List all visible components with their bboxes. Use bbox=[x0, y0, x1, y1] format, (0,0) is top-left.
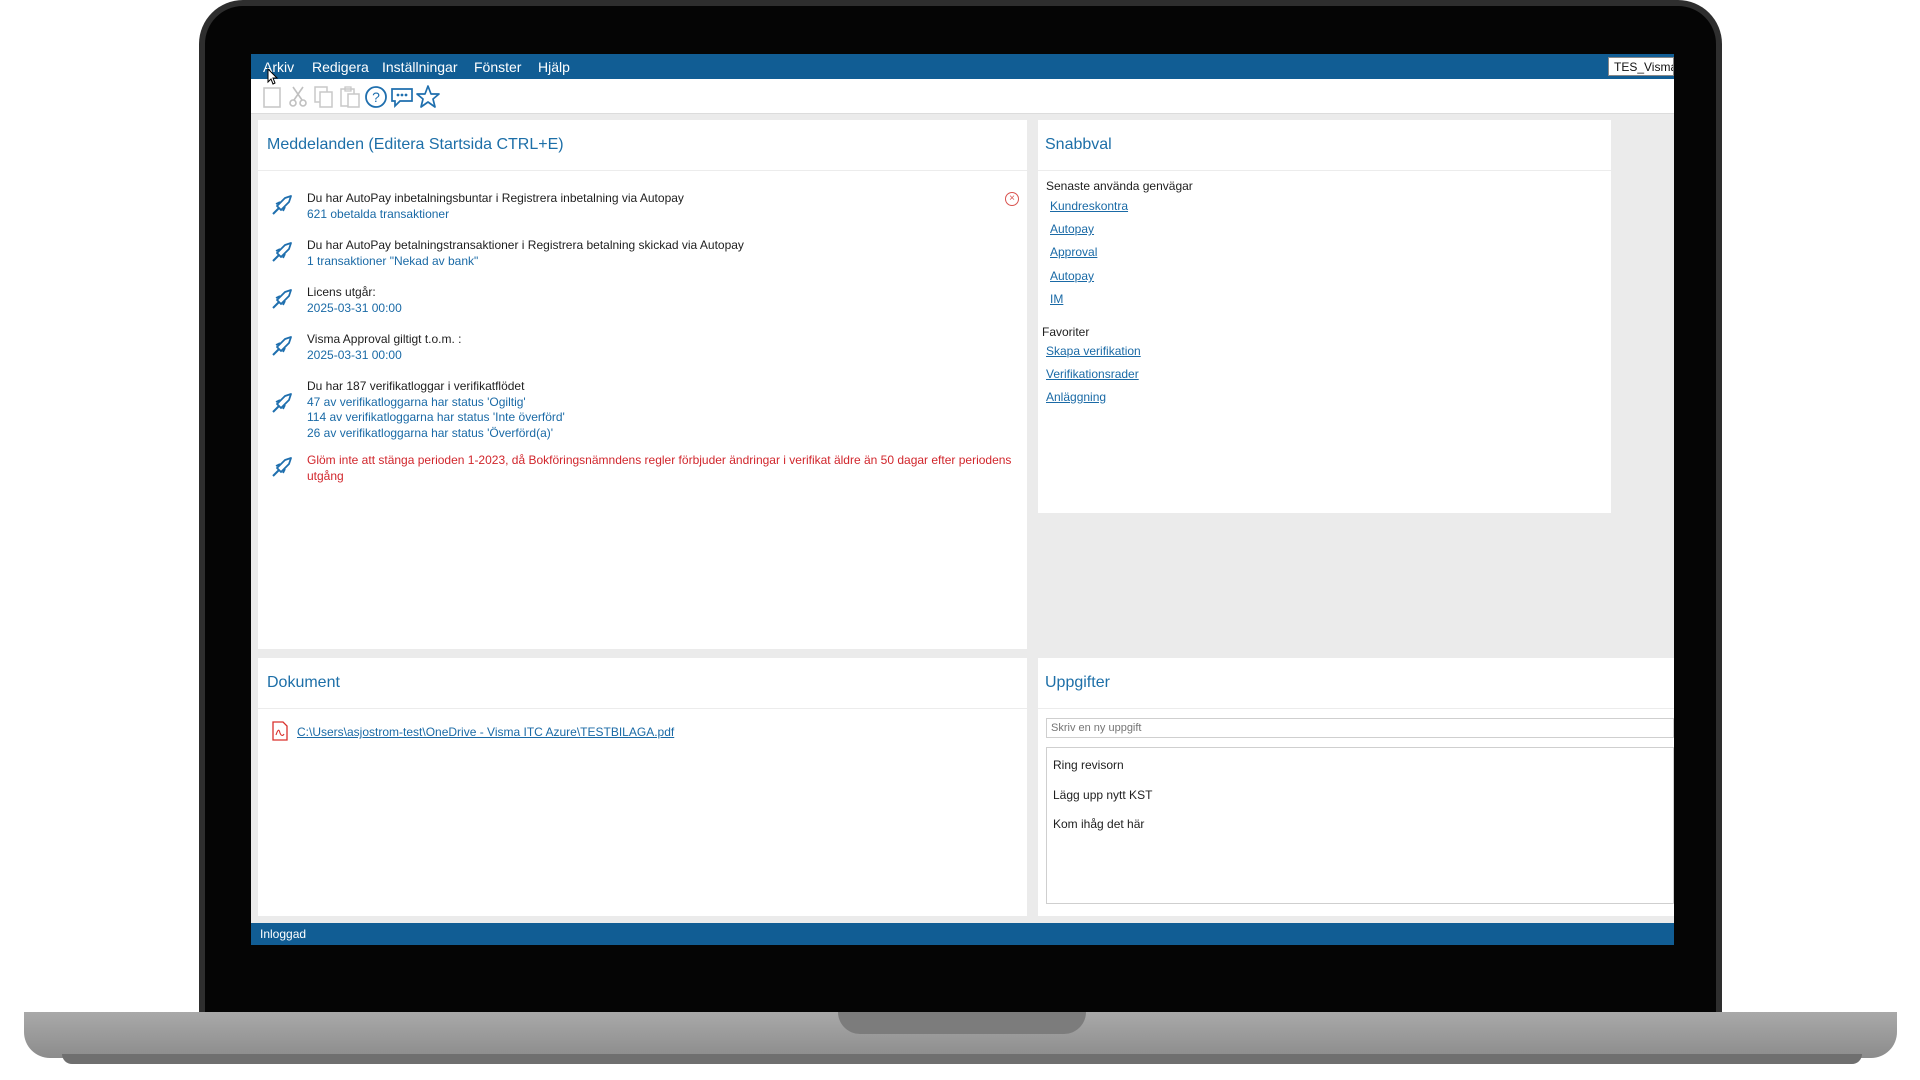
message-heading: Du har 187 verifikatloggar i verifikatfl… bbox=[307, 379, 525, 393]
quick-select-title: Snabbval bbox=[1045, 136, 1112, 153]
laptop-notch bbox=[838, 1012, 1086, 1034]
company-selector[interactable]: TES_Visma bbox=[1608, 57, 1674, 76]
document-link[interactable]: C:\Users\asjostrom-test\OneDrive - Visma… bbox=[297, 725, 674, 739]
messages-panel: Meddelanden (Editera Startsida CTRL+E) ×… bbox=[258, 120, 1027, 649]
status-text: Inloggad bbox=[260, 927, 307, 941]
message-detail[interactable]: 2025-03-31 00:00 bbox=[307, 348, 1027, 364]
menu-redigera[interactable]: Redigera bbox=[312, 59, 369, 75]
pdf-file-icon bbox=[272, 721, 288, 741]
menu-bar: Arkiv Redigera Inställningar Fönster Hjä… bbox=[251, 54, 1674, 79]
message-detail[interactable]: 47 av verifikatloggarna har status 'Ogil… bbox=[307, 395, 1027, 411]
message-text: Visma Approval giltigt t.o.m. : 2025-03-3… bbox=[307, 332, 1027, 363]
rocket-icon bbox=[270, 391, 294, 415]
paste-icon[interactable] bbox=[337, 84, 363, 110]
message-detail[interactable]: 114 av verifikatloggarna har status 'Int… bbox=[307, 410, 1027, 426]
copy-icon[interactable] bbox=[311, 84, 337, 110]
task-item[interactable]: Kom ihåg det här bbox=[1053, 817, 1144, 831]
recent-shortcut-link[interactable]: Autopay bbox=[1050, 222, 1094, 236]
favorite-link[interactable]: Verifikationsrader bbox=[1046, 367, 1139, 381]
message-heading: Du har AutoPay inbetalningsbuntar i Regi… bbox=[307, 191, 684, 205]
task-item[interactable]: Ring revisorn bbox=[1053, 758, 1124, 772]
message-text: Du har AutoPay inbetalningsbuntar i Regi… bbox=[307, 191, 1027, 222]
divider bbox=[1038, 708, 1674, 709]
new-document-icon[interactable] bbox=[259, 84, 285, 110]
documents-title: Dokument bbox=[267, 674, 340, 691]
rocket-icon bbox=[270, 287, 294, 311]
message-text: Du har 187 verifikatloggar i verifikatfl… bbox=[307, 379, 1027, 441]
toolbar: ? bbox=[251, 79, 1674, 114]
menu-installningar[interactable]: Inställningar bbox=[382, 59, 458, 75]
message-detail: Glöm inte att stänga perioden 1-2023, då… bbox=[307, 453, 1012, 483]
recent-shortcut-link[interactable]: Kundreskontra bbox=[1050, 199, 1128, 213]
message-detail[interactable]: 2025-03-31 00:00 bbox=[307, 301, 1027, 317]
tasks-panel: Uppgifter Ring revisorn Lägg upp nytt KS… bbox=[1038, 658, 1674, 916]
favorites-label: Favoriter bbox=[1042, 325, 1090, 339]
message-text: Licens utgår: 2025-03-31 00:00 bbox=[307, 285, 1027, 316]
task-item[interactable]: Lägg upp nytt KST bbox=[1053, 788, 1152, 802]
recent-shortcut-link[interactable]: IM bbox=[1050, 292, 1063, 306]
message-detail[interactable]: 26 av verifikatloggarna har status 'Över… bbox=[307, 426, 1027, 442]
divider bbox=[1038, 170, 1611, 171]
app-window: Arkiv Redigera Inställningar Fönster Hjä… bbox=[251, 54, 1674, 945]
favorite-link[interactable]: Anläggning bbox=[1046, 390, 1106, 404]
message-heading: Du har AutoPay betalningstransaktioner i… bbox=[307, 238, 744, 252]
message-heading: Visma Approval giltigt t.o.m. : bbox=[307, 332, 462, 346]
divider bbox=[258, 170, 1027, 171]
recent-shortcut-link[interactable]: Autopay bbox=[1050, 269, 1094, 283]
menu-fonster[interactable]: Fönster bbox=[474, 59, 521, 75]
favorite-link[interactable]: Skapa verifikation bbox=[1046, 344, 1141, 358]
laptop-foot bbox=[62, 1054, 1862, 1064]
menu-hjalp[interactable]: Hjälp bbox=[538, 59, 570, 75]
task-list: Ring revisorn Lägg upp nytt KST Kom ihåg… bbox=[1046, 747, 1674, 904]
cut-icon[interactable] bbox=[285, 84, 311, 110]
rocket-icon bbox=[270, 193, 294, 217]
message-detail[interactable]: 1 transaktioner "Nekad av bank" bbox=[307, 254, 1027, 270]
rocket-icon bbox=[270, 240, 294, 264]
status-bar: Inloggad bbox=[251, 923, 1674, 945]
tasks-title: Uppgifter bbox=[1045, 674, 1110, 691]
message-text: Du har AutoPay betalningstransaktioner i… bbox=[307, 238, 1027, 269]
rocket-icon bbox=[270, 334, 294, 358]
messages-title: Meddelanden (Editera Startsida CTRL+E) bbox=[267, 136, 564, 153]
recent-shortcuts-label: Senaste använda genvägar bbox=[1046, 179, 1193, 193]
recent-shortcut-link[interactable]: Approval bbox=[1050, 245, 1097, 259]
message-heading: Licens utgår: bbox=[307, 285, 376, 299]
divider bbox=[258, 708, 1027, 709]
svg-text:?: ? bbox=[372, 89, 380, 105]
message-text: Glöm inte att stänga perioden 1-2023, då… bbox=[307, 453, 1027, 484]
message-detail[interactable]: 621 obetalda transaktioner bbox=[307, 207, 1027, 223]
quick-select-panel: Snabbval Senaste använda genvägar Kundre… bbox=[1038, 120, 1611, 513]
mouse-cursor-icon bbox=[267, 67, 279, 86]
new-task-input[interactable] bbox=[1046, 718, 1674, 738]
star-icon[interactable] bbox=[415, 84, 441, 110]
chat-icon[interactable] bbox=[389, 84, 415, 110]
rocket-icon bbox=[270, 455, 294, 479]
documents-panel: Dokument C:\Users\asjostrom-test\OneDriv… bbox=[258, 658, 1027, 916]
help-icon[interactable]: ? bbox=[363, 84, 389, 110]
